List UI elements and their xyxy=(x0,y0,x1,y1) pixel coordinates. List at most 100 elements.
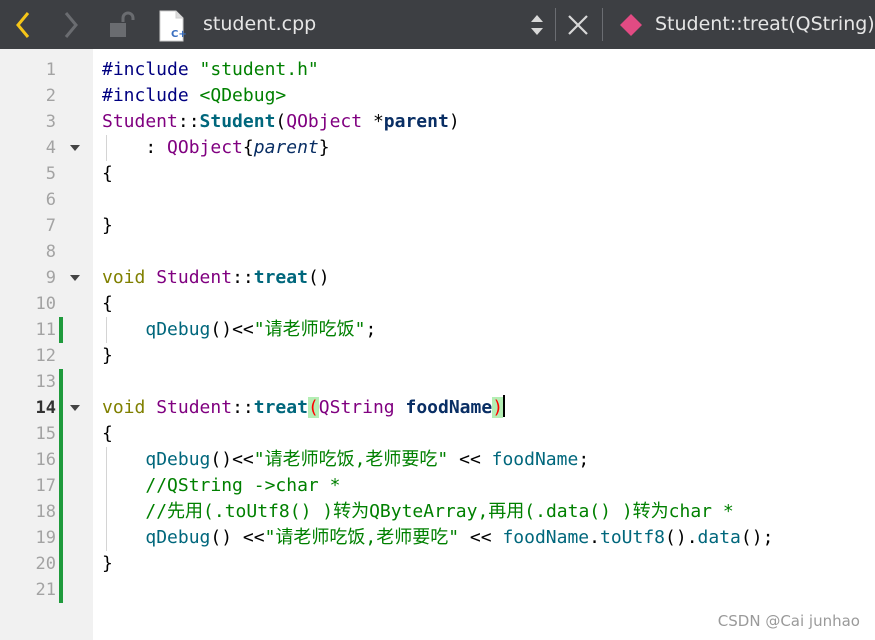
code-token: } xyxy=(102,215,113,236)
code-token: parent xyxy=(383,111,449,132)
code-line[interactable]: { xyxy=(102,161,113,187)
watermark: CSDN @Cai junhao xyxy=(717,612,860,630)
code-line[interactable]: } xyxy=(102,343,113,369)
code-line[interactable]: qDebug()<<"请老师吃饭,老师要吃" << foodName; xyxy=(102,447,589,473)
code-token: foodName xyxy=(502,527,590,548)
change-marker xyxy=(59,369,63,603)
toolbar-separator xyxy=(602,8,603,41)
code-line[interactable]: } xyxy=(102,551,113,577)
code-token: . xyxy=(589,527,600,548)
code-token: qDebug xyxy=(145,319,211,340)
line-number: 14 xyxy=(35,398,56,418)
cpp-file-icon: C++ xyxy=(159,10,187,42)
code-token: ) xyxy=(448,111,460,132)
function-icon xyxy=(620,14,642,36)
code-token: () xyxy=(307,267,330,288)
line-number: 18 xyxy=(35,502,56,522)
code-line[interactable]: void Student::treat() xyxy=(102,265,330,291)
line-number: 6 xyxy=(45,190,56,210)
file-name-label[interactable]: student.cpp xyxy=(203,11,316,37)
fold-arrow-icon[interactable] xyxy=(70,275,80,281)
code-token: #include xyxy=(102,85,200,106)
line-number: 5 xyxy=(45,164,56,184)
code-token: #include xyxy=(102,59,200,80)
code-token: :: xyxy=(177,111,200,132)
code-token: "请老师吃饭,老师要吃" xyxy=(264,527,460,548)
code-token: "请老师吃饭,老师要吃" xyxy=(253,449,449,470)
code-token: (); xyxy=(740,527,774,548)
code-line[interactable]: void Student::treat(QString foodName) xyxy=(102,395,506,421)
code-token: toUtf8 xyxy=(600,527,666,548)
code-token: { xyxy=(102,163,113,184)
fold-arrow-icon[interactable] xyxy=(70,145,80,151)
code-token: "student.h" xyxy=(199,59,319,80)
code-line[interactable]: qDebug() <<"请老师吃饭,老师要吃" << foodName.toUt… xyxy=(102,525,773,551)
code-token: Student xyxy=(102,111,178,132)
code-line[interactable]: { xyxy=(102,421,113,447)
code-token: ()<< xyxy=(210,319,254,340)
line-number: 4 xyxy=(45,138,56,158)
code-token: foodName xyxy=(405,397,493,418)
code-token: ; xyxy=(365,319,377,340)
code-token: (). xyxy=(665,527,698,548)
line-number: 17 xyxy=(35,476,56,496)
code-token: ()<< xyxy=(210,449,254,470)
code-token: void xyxy=(102,267,146,288)
code-token: foodName xyxy=(491,449,579,470)
code-token: { xyxy=(102,423,113,444)
change-marker xyxy=(59,317,63,343)
code-token: QString xyxy=(318,397,395,418)
function-selector[interactable]: Student::treat(QString) -> xyxy=(655,11,875,37)
code-token: * xyxy=(362,111,384,132)
line-number: 10 xyxy=(35,294,56,314)
line-number: 1 xyxy=(45,60,56,80)
back-arrow-icon[interactable] xyxy=(8,9,40,41)
code-token: qDebug xyxy=(145,527,211,548)
toolbar-separator xyxy=(555,8,556,41)
code-token: :: xyxy=(232,267,254,288)
lock-icon[interactable] xyxy=(107,10,137,40)
close-icon[interactable] xyxy=(565,12,591,38)
code-line[interactable]: qDebug()<<"请老师吃饭"; xyxy=(102,317,376,343)
code-token: //QString ->char * xyxy=(145,475,341,496)
line-number: 7 xyxy=(45,216,56,236)
line-number: 19 xyxy=(35,528,56,548)
code-token: "请老师吃饭" xyxy=(253,319,366,340)
code-line[interactable]: #include "student.h" xyxy=(102,57,319,83)
code-token: << xyxy=(448,449,492,470)
code-token: :: xyxy=(232,397,254,418)
code-line[interactable]: : QObject{parent} xyxy=(102,135,330,161)
svg-text:C++: C++ xyxy=(171,29,187,40)
fold-arrow-icon[interactable] xyxy=(70,405,80,411)
code-token: Student xyxy=(199,111,276,132)
code-token: : xyxy=(102,137,168,158)
code-token: //先用(.toUtf8() )转为QByteArray,再用(.data() … xyxy=(145,501,734,522)
code-line[interactable]: //QString ->char * xyxy=(102,473,340,499)
line-number: 9 xyxy=(45,268,56,288)
up-down-arrows-icon[interactable] xyxy=(526,9,548,41)
line-number: 20 xyxy=(35,554,56,574)
code-line[interactable]: } xyxy=(102,213,113,239)
code-token: ; xyxy=(578,449,590,470)
forward-arrow-icon[interactable] xyxy=(54,9,86,41)
code-token: } xyxy=(102,345,113,366)
line-number: 12 xyxy=(35,346,56,366)
code-line[interactable]: #include <QDebug> xyxy=(102,83,286,109)
line-number-gutter: 1 2 3 4 5 6 7 8 9 10 11 12 13 14 15 16 17 18 19 20 21 xyxy=(0,49,93,640)
code-token: QObject xyxy=(167,137,243,158)
code-line[interactable]: //先用(.toUtf8() )转为QByteArray,再用(.data() … xyxy=(102,499,734,525)
code-line[interactable]: { xyxy=(102,291,113,317)
code-token: qDebug xyxy=(145,449,211,470)
code-line[interactable]: Student::Student(QObject *parent) xyxy=(102,109,460,135)
line-number: 13 xyxy=(35,372,56,392)
code-token: } xyxy=(318,137,330,158)
code-token: treat xyxy=(253,267,308,288)
code-token: QObject xyxy=(286,111,363,132)
